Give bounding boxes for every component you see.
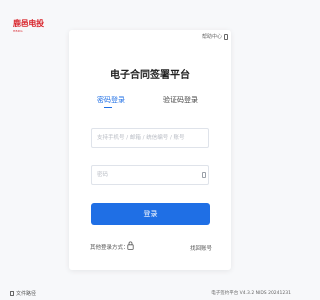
brand-logo-subtext: HBDG xyxy=(13,29,23,33)
help-center-link[interactable]: 帮助中心 xyxy=(202,33,229,40)
tab-password-login[interactable]: 密码登录 xyxy=(97,95,125,105)
footer-file-label: 文件路径 xyxy=(16,291,37,297)
help-center-label: 帮助中心 xyxy=(202,34,223,40)
forgot-account-link[interactable]: 找回账号 xyxy=(190,244,212,252)
login-button[interactable]: 登录 xyxy=(91,203,210,225)
page-title: 电子合同签署平台 xyxy=(110,70,190,81)
document-icon xyxy=(10,291,14,296)
active-tab-indicator xyxy=(104,107,112,109)
password-visibility-icon[interactable] xyxy=(202,172,206,178)
footer-version: 电子签约平台 V4.3.2 NIDS 20241231 xyxy=(211,291,291,296)
account-input[interactable] xyxy=(91,128,209,148)
password-input[interactable] xyxy=(91,165,209,185)
other-login-label: 其他登录方式： xyxy=(90,245,129,251)
tab-code-login[interactable]: 验证码登录 xyxy=(163,95,198,105)
footer-file-link[interactable]: 文件路径 xyxy=(10,290,36,297)
brand-logo: 鹿邑电投 xyxy=(13,19,44,28)
book-icon xyxy=(224,33,229,40)
lock-icon[interactable] xyxy=(127,241,134,250)
